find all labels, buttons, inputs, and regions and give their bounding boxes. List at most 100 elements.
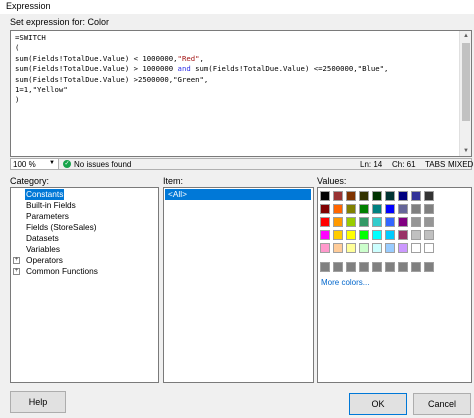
color-swatch[interactable] (424, 243, 434, 253)
editor-status-bar: 100 % ▼ ✓ No issues found Ln: 14 Ch: 61 … (10, 158, 474, 170)
tabs-indicator: TABS (425, 160, 446, 169)
code-token: =SWITCH (15, 33, 46, 42)
recent-color-swatch[interactable] (346, 262, 356, 272)
color-swatch[interactable] (411, 204, 421, 214)
recent-color-swatch[interactable] (320, 262, 330, 272)
code-token: 1=1,"Yellow" (15, 85, 68, 95)
color-swatch[interactable] (411, 243, 421, 253)
code-token: and (177, 64, 191, 74)
code-line: sum(Fields!TotalDue.Value) > 1000000 and… (15, 64, 388, 74)
color-swatch[interactable] (398, 217, 408, 227)
color-swatch[interactable] (424, 217, 434, 227)
code-line: ( (15, 43, 388, 53)
recent-color-swatch[interactable] (385, 262, 395, 272)
scrollbar-thumb[interactable] (462, 43, 470, 121)
color-swatch[interactable] (424, 191, 434, 201)
color-swatch[interactable] (424, 230, 434, 240)
scroll-down-icon[interactable]: ▼ (460, 146, 471, 156)
recent-color-swatch[interactable] (359, 262, 369, 272)
color-swatch[interactable] (359, 243, 369, 253)
recent-color-swatch[interactable] (372, 262, 382, 272)
color-swatch[interactable] (346, 243, 356, 253)
code-token: ( (15, 43, 20, 53)
color-swatch[interactable] (385, 191, 395, 201)
color-swatch[interactable] (372, 217, 382, 227)
color-swatch[interactable] (359, 217, 369, 227)
code-token: sum(Fields!TotalDue.Value) <=2500000,"Bl… (190, 64, 389, 74)
code-token: , (199, 53, 204, 63)
category-tree[interactable]: Constants Built-in Fields Parameters Fields… (10, 187, 159, 383)
color-swatch[interactable] (320, 243, 330, 253)
category-item-label: Built-in Fields (26, 200, 76, 210)
color-swatch[interactable] (333, 204, 343, 214)
color-swatch[interactable] (359, 204, 369, 214)
color-swatch[interactable] (372, 191, 382, 201)
category-item-label: Common Functions (26, 266, 98, 276)
color-swatch[interactable] (346, 230, 356, 240)
expression-editor[interactable]: =SWITCH(sum(Fields!TotalDue.Value) < 100… (10, 30, 472, 157)
color-swatch[interactable] (411, 191, 421, 201)
recent-color-swatch[interactable] (398, 262, 408, 272)
recent-color-swatch[interactable] (333, 262, 343, 272)
code-token: "Red" (177, 53, 200, 63)
color-swatch[interactable] (320, 191, 330, 201)
category-item-label: Constants (25, 189, 65, 200)
item-label: Item: (163, 176, 184, 186)
color-swatch[interactable] (372, 243, 382, 253)
color-swatch[interactable] (359, 230, 369, 240)
color-swatch[interactable] (385, 243, 395, 253)
color-swatch[interactable] (385, 230, 395, 240)
color-swatch[interactable] (333, 191, 343, 201)
color-swatch[interactable] (333, 217, 343, 227)
color-swatch[interactable] (372, 230, 382, 240)
color-swatch[interactable] (372, 204, 382, 214)
color-swatch[interactable] (385, 217, 395, 227)
color-swatch[interactable] (320, 204, 330, 214)
color-swatch[interactable] (398, 204, 408, 214)
check-circle-icon: ✓ (63, 160, 71, 168)
zoom-dropdown[interactable]: 100 % ▼ (11, 159, 59, 169)
color-swatch[interactable] (333, 243, 343, 253)
color-swatch[interactable] (398, 243, 408, 253)
more-colors-link[interactable]: More colors... (321, 278, 369, 287)
line-ending-indicator: MIXED (448, 160, 474, 169)
recent-color-swatch[interactable] (424, 262, 434, 272)
color-swatch[interactable] (346, 191, 356, 201)
color-swatch[interactable] (320, 217, 330, 227)
color-swatch[interactable] (398, 230, 408, 240)
color-swatch[interactable] (411, 230, 421, 240)
issues-status: No issues found (74, 160, 132, 169)
color-swatch[interactable] (320, 230, 330, 240)
help-button[interactable]: Help (10, 391, 66, 413)
expand-icon[interactable]: + (13, 268, 20, 275)
expand-icon[interactable]: + (13, 257, 20, 264)
color-swatch[interactable] (359, 191, 369, 201)
code-line: sum(Fields!TotalDue.Value) >2500000,"Gre… (15, 75, 388, 85)
cancel-button[interactable]: Cancel (413, 393, 471, 415)
char-number: Ch: 61 (392, 160, 416, 169)
code-line: sum(Fields!TotalDue.Value) < 1000000,"Re… (15, 54, 388, 64)
color-swatch[interactable] (398, 191, 408, 201)
category-item-label: Operators (26, 255, 63, 265)
code-token: sum(Fields!TotalDue.Value) > 1000000 (15, 64, 178, 74)
category-item-label: Parameters (26, 211, 69, 221)
item-list[interactable]: <All> (163, 187, 314, 383)
code-token: ) (15, 95, 20, 105)
category-label: Category: (10, 176, 50, 186)
color-swatch[interactable] (411, 217, 421, 227)
color-swatch[interactable] (385, 204, 395, 214)
recent-color-swatch[interactable] (411, 262, 421, 272)
color-swatch[interactable] (346, 204, 356, 214)
expression-code[interactable]: =SWITCH(sum(Fields!TotalDue.Value) < 100… (15, 33, 388, 156)
code-token: sum(Fields!TotalDue.Value) >2500000,"Gre… (15, 74, 209, 84)
scroll-up-icon[interactable]: ▲ (460, 31, 471, 41)
color-swatch[interactable] (424, 204, 434, 214)
editor-vertical-scrollbar[interactable]: ▲ ▼ (459, 31, 471, 156)
ok-button[interactable]: OK (349, 393, 407, 415)
list-item-all[interactable]: <All> (165, 189, 311, 200)
color-swatch[interactable] (346, 217, 356, 227)
color-swatch[interactable] (333, 230, 343, 240)
zoom-value: 100 % (13, 160, 36, 169)
